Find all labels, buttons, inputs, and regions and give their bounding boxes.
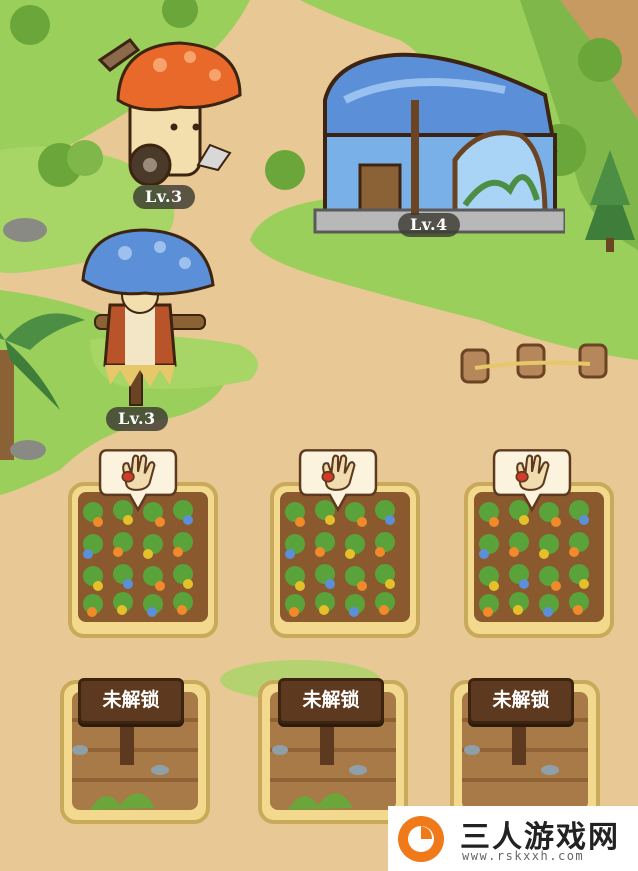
greenhouse-level-badge: Lv.4 (398, 213, 460, 237)
site-logo-icon (398, 816, 444, 862)
mower-level-badge: Lv.3 (133, 185, 195, 209)
scarecrow-building[interactable] (75, 225, 225, 410)
mushroom-mower-building[interactable] (90, 25, 250, 185)
harvest-bubble-3[interactable] (484, 447, 580, 513)
greenhouse-building[interactable] (305, 40, 565, 240)
watermark-url: www.rskxxh.com (462, 849, 585, 863)
site-watermark: 三人游戏网 www.rskxxh.com (388, 806, 638, 871)
locked-plot-1[interactable]: 未解锁 (60, 678, 210, 834)
locked-sign: 未解锁 (468, 678, 574, 724)
harvest-bubble-2[interactable] (290, 447, 386, 513)
scarecrow-level-badge: Lv.3 (106, 407, 168, 431)
locked-plot-2[interactable]: 未解锁 (258, 678, 408, 834)
harvest-bubble-1[interactable] (90, 447, 186, 513)
locked-sign: 未解锁 (78, 678, 184, 724)
locked-sign: 未解锁 (278, 678, 384, 724)
